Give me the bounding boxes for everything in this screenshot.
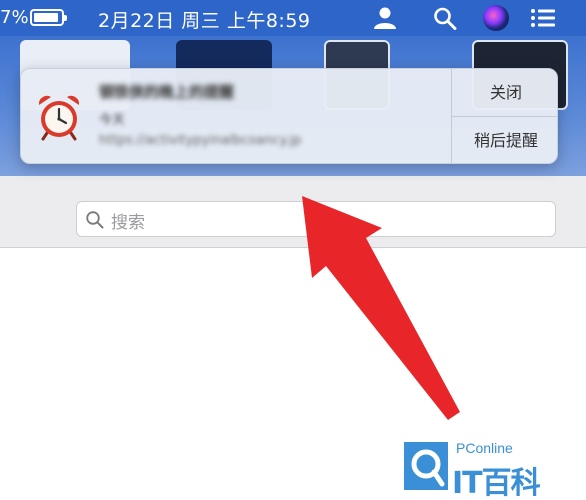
notification-title: 钢铁侠的晚上的提醒: [99, 83, 235, 101]
notification-actions: 关闭 稍后提醒: [451, 69, 557, 163]
close-button[interactable]: 关闭: [452, 69, 557, 117]
control-center-icon[interactable]: [530, 6, 556, 30]
menu-bar: 7% 2月22日 周三 上午8:59: [0, 0, 586, 36]
user-icon[interactable]: [372, 6, 398, 30]
notification-url: https://activitypyinalbcoancy.jp: [99, 133, 302, 148]
search-icon[interactable]: [432, 6, 458, 30]
search-icon: [86, 211, 104, 229]
alarm-clock-icon: [38, 95, 80, 141]
notification-subtitle: 今天: [99, 113, 126, 128]
watermark-small-text: PConline: [456, 440, 513, 456]
search-placeholder: 搜索: [111, 213, 145, 233]
battery-icon[interactable]: [30, 9, 67, 26]
snooze-button[interactable]: 稍后提醒: [452, 117, 557, 163]
siri-icon[interactable]: [483, 5, 509, 31]
annotation-arrow: [302, 196, 460, 420]
reminder-notification[interactable]: 钢铁侠的晚上的提醒 今天 https://activitypyinalbcoan…: [20, 68, 558, 164]
watermark-big-text: IT百科: [452, 466, 541, 500]
menu-bar-clock[interactable]: 2月22日 周三 上午8:59: [98, 6, 311, 33]
battery-percentage: 7%: [0, 7, 29, 28]
